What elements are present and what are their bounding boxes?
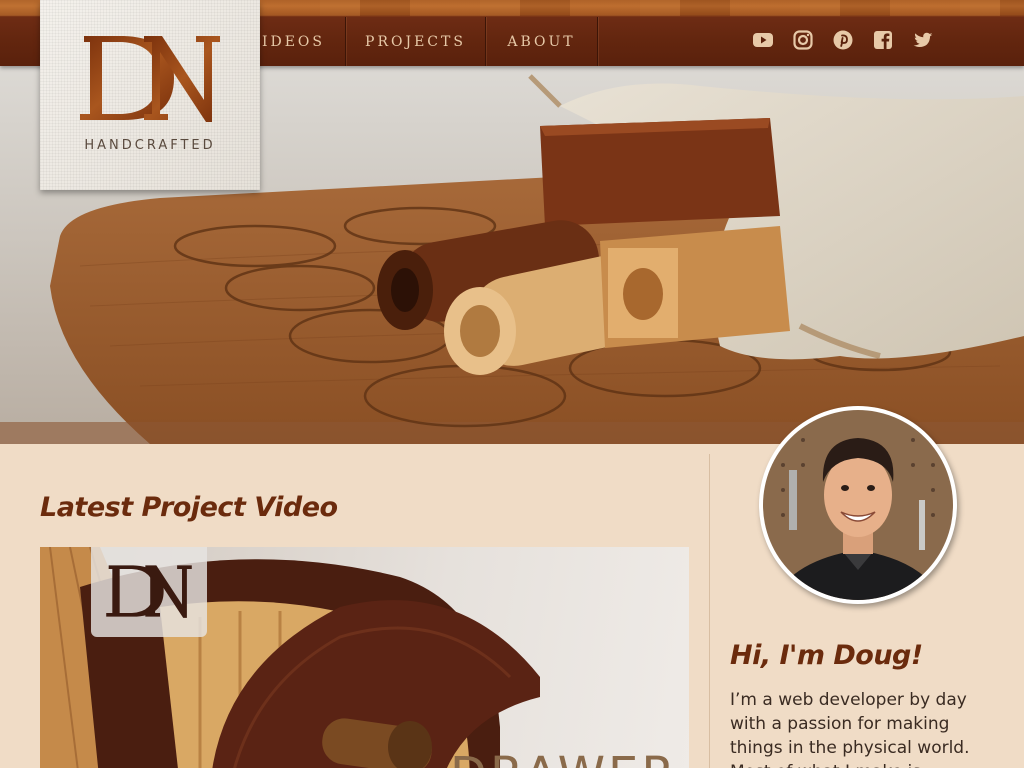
author-bio: I’m a web developer by day with a passio… bbox=[730, 690, 970, 768]
latest-project-heading: Latest Project Video bbox=[40, 492, 338, 523]
author-greeting: Hi, I'm Doug! bbox=[730, 640, 923, 671]
latest-video-thumbnail[interactable]: DRAWER bbox=[40, 547, 689, 768]
twitter-icon[interactable] bbox=[913, 30, 933, 50]
social-links bbox=[753, 30, 933, 50]
facebook-icon[interactable] bbox=[873, 30, 893, 50]
logo-subtitle: HANDCRAFTED bbox=[84, 138, 216, 153]
nav-item-projects[interactable]: Projects bbox=[346, 17, 486, 66]
dn-monogram-logo bbox=[80, 36, 220, 122]
video-caption: DRAWER bbox=[450, 747, 678, 768]
dn-badge-logo bbox=[106, 565, 192, 618]
main-nav: Videos Projects About bbox=[204, 17, 598, 66]
instagram-icon[interactable] bbox=[793, 30, 813, 50]
pinterest-icon[interactable] bbox=[833, 30, 853, 50]
author-avatar bbox=[759, 406, 957, 604]
nav-item-about[interactable]: About bbox=[486, 17, 598, 66]
video-logo-badge bbox=[91, 547, 207, 637]
column-divider bbox=[709, 454, 710, 768]
site-logo[interactable]: HANDCRAFTED bbox=[40, 0, 260, 190]
youtube-icon[interactable] bbox=[753, 30, 773, 50]
